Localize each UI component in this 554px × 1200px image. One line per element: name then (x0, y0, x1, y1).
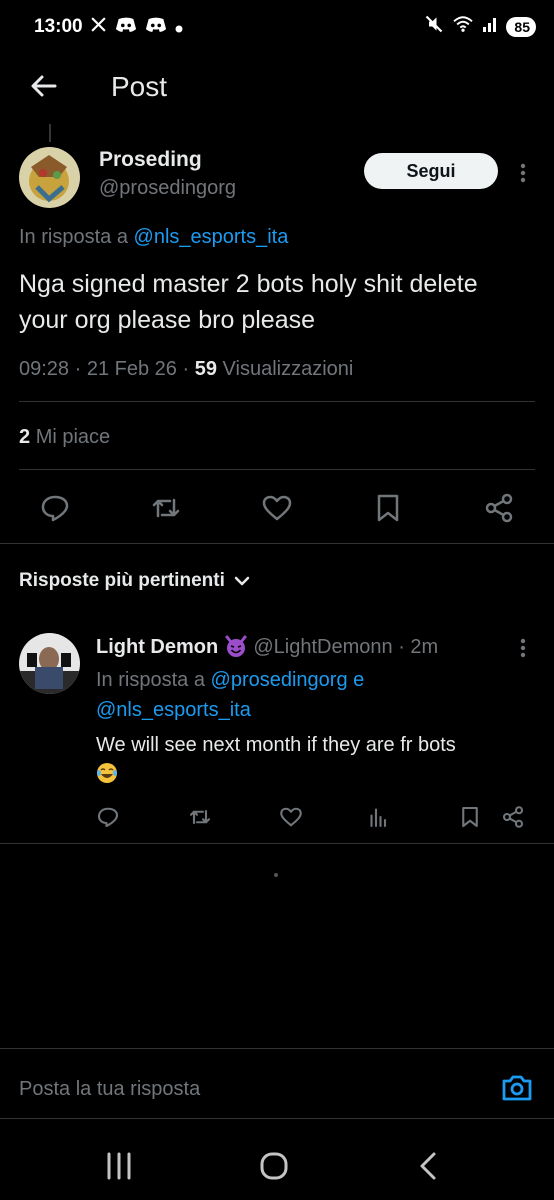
more-options-icon[interactable] (516, 161, 530, 185)
author-name[interactable]: Proseding (99, 148, 202, 172)
reply-compose-bar[interactable]: Posta la tua risposta (0, 1048, 554, 1118)
analytics-icon[interactable] (367, 805, 391, 829)
recent-apps-icon[interactable] (101, 1148, 137, 1184)
dot-icon (175, 17, 183, 38)
reply-context: In risposta a @prosedingorg e @nls_espor… (96, 665, 516, 725)
reply-context: In risposta a @nls_esports_ita (19, 226, 288, 249)
likes-row[interactable]: 2 Mi piace (19, 426, 110, 449)
reply-author-name[interactable]: Light Demon (96, 636, 218, 658)
signal-icon (482, 16, 498, 37)
top-bar: Post (0, 60, 554, 116)
meta-separator: · (74, 358, 82, 380)
reply-icon[interactable] (96, 805, 120, 829)
x-logo-icon (90, 16, 107, 38)
replies-sort-dropdown[interactable]: Risposte più pertinenti (19, 570, 251, 592)
repost-icon[interactable] (150, 492, 182, 524)
author-handle[interactable]: @prosedingorg (99, 177, 236, 200)
likes-label: Mi piace (35, 426, 111, 448)
post-date: 21 Feb 26 (86, 358, 177, 380)
chevron-down-icon (233, 572, 251, 590)
thread-connector-line (49, 124, 51, 142)
avatar[interactable] (19, 633, 80, 694)
divider (19, 401, 535, 402)
reply-compose-placeholder[interactable]: Posta la tua risposta (19, 1078, 200, 1101)
bookmark-icon[interactable] (372, 492, 404, 524)
post-meta: 09:28 · 21 Feb 26 · 59 Visualizzazioni (19, 358, 353, 381)
reply-author-handle[interactable]: @LightDemonn (253, 636, 392, 658)
replies-sort-label: Risposte più pertinenti (19, 570, 225, 591)
reply-to-link[interactable]: @nls_esports_ita (134, 226, 289, 248)
views-count: 59 (194, 358, 217, 380)
share-icon[interactable] (501, 805, 525, 829)
reply-prefix: In risposta a (19, 226, 128, 248)
system-navigation-bar (0, 1130, 554, 1200)
divider (0, 543, 554, 544)
wifi-icon (452, 15, 474, 38)
status-bar: 13:00 85 (0, 0, 554, 56)
battery-indicator: 85 (506, 16, 536, 37)
post-text: Nga signed master 2 bots holy shit delet… (19, 270, 478, 334)
reply-to-link[interactable]: @prosedingorg (211, 669, 348, 691)
divider (0, 1118, 554, 1119)
smiling-devil-emoji-icon (224, 634, 248, 658)
loading-indicator (274, 873, 278, 877)
home-icon[interactable] (256, 1148, 292, 1184)
avatar[interactable] (19, 147, 80, 208)
like-icon[interactable] (279, 805, 303, 829)
status-time: 13:00 (34, 16, 83, 37)
mute-icon (424, 14, 444, 39)
like-icon[interactable] (261, 492, 293, 524)
discord-icon (145, 16, 167, 38)
laughing-tears-emoji-icon (96, 762, 118, 784)
arrow-left-icon[interactable] (28, 70, 60, 102)
reply-text-content: We will see next month if they are fr bo… (96, 734, 456, 756)
system-back-icon[interactable] (411, 1148, 447, 1184)
views-label: Visualizzazioni (222, 358, 354, 380)
more-options-icon[interactable] (516, 636, 530, 660)
page-title: Post (111, 71, 168, 102)
bookmark-icon[interactable] (458, 805, 482, 829)
reply-time: 2m (410, 636, 439, 658)
reply-to-link[interactable]: @nls_esports_ita (96, 699, 251, 721)
follow-button[interactable]: Segui (364, 153, 498, 189)
repost-icon[interactable] (188, 805, 212, 829)
reply-conjunction: e (353, 669, 365, 691)
divider (19, 469, 535, 470)
divider (0, 843, 554, 844)
reply-header: Light Demon @LightDemonn · 2m (96, 634, 438, 659)
discord-icon (115, 16, 137, 38)
meta-separator: · (182, 358, 190, 380)
post-time: 09:28 (19, 358, 70, 380)
share-icon[interactable] (483, 492, 515, 524)
reply-prefix: In risposta a (96, 669, 205, 691)
reply-text: We will see next month if they are fr bo… (96, 730, 536, 790)
likes-count: 2 (19, 426, 31, 448)
meta-separator: · (398, 636, 405, 658)
reply-icon[interactable] (39, 492, 71, 524)
camera-icon[interactable] (500, 1073, 534, 1103)
